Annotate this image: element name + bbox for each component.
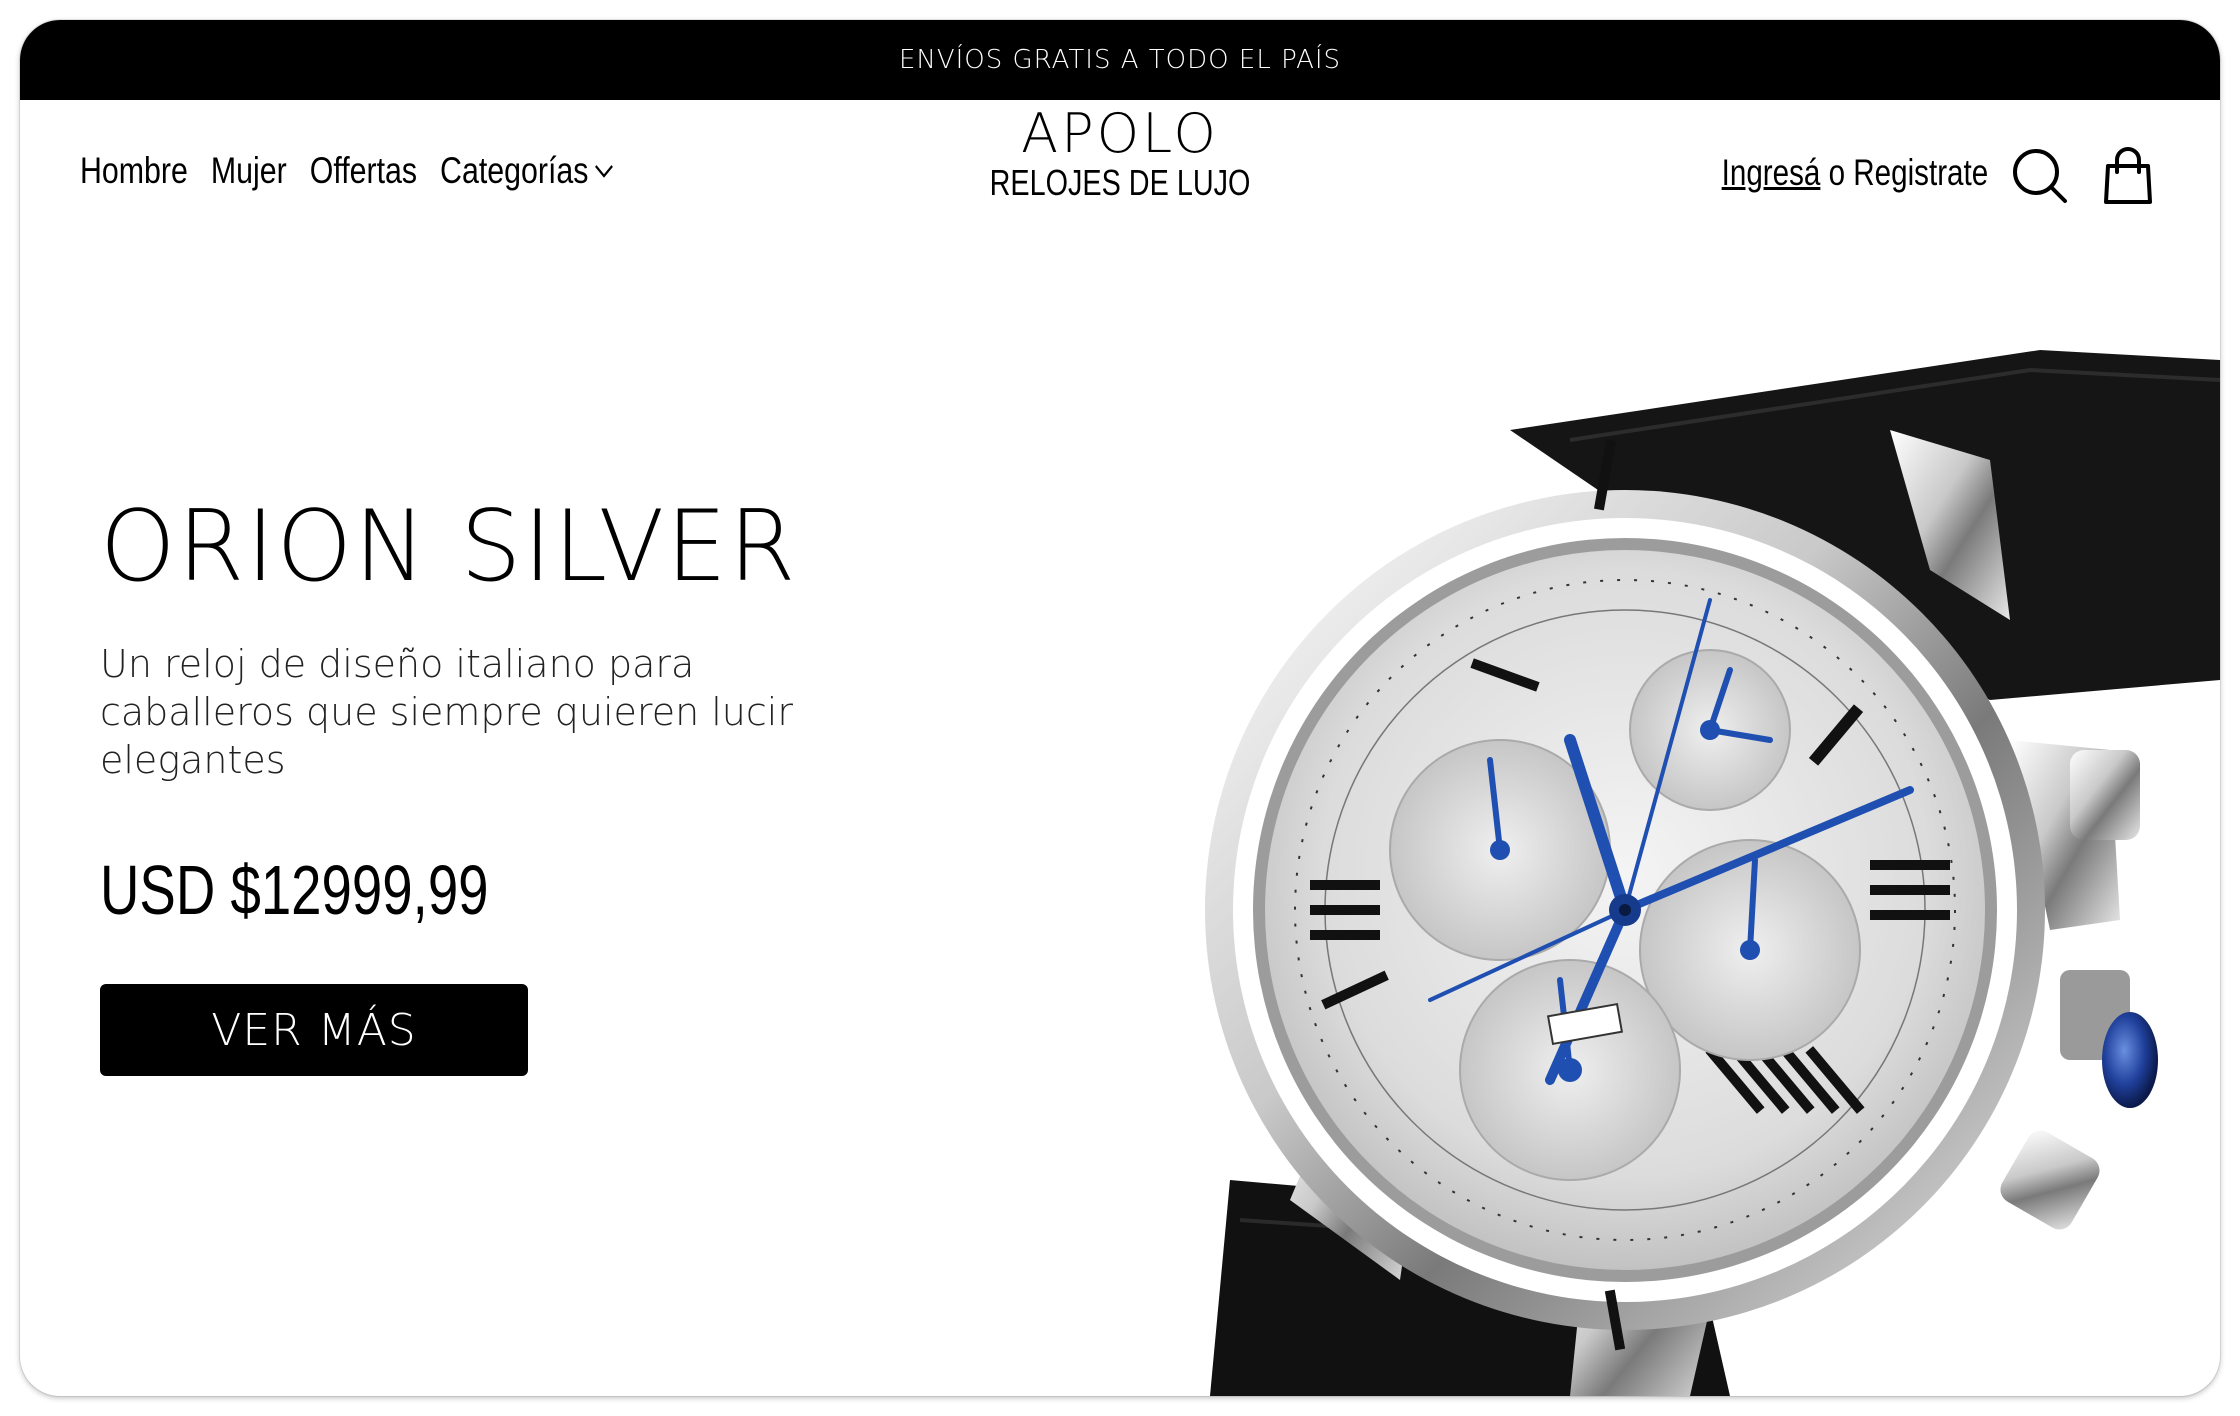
register-link[interactable]: Registrate (1853, 152, 1988, 193)
brand-name[interactable]: APOLO (1021, 105, 1219, 163)
hero-title: ORION SILVER (100, 490, 798, 604)
search-icon[interactable] (2010, 146, 2070, 206)
login-link[interactable]: Ingresá (1721, 152, 1820, 193)
nav-item-label: Hombre (80, 150, 188, 191)
hero-price: USD $12999,99 (100, 851, 489, 929)
watch-image (1205, 350, 2220, 1396)
page-frame: ENVÍOS GRATIS A TODO EL PAÍS Hombre Muje… (20, 20, 2220, 1396)
promo-text: ENVÍOS GRATIS A TODO EL PAÍS (898, 45, 1342, 75)
nav-item-hombre[interactable]: Hombre (80, 150, 188, 192)
shopping-bag-icon[interactable] (2098, 146, 2158, 206)
account-links: Ingresá o Registrate (1721, 152, 1988, 194)
ver-mas-button[interactable]: VER MÁS (100, 984, 528, 1076)
account-separator: o (1828, 152, 1845, 193)
promo-banner: ENVÍOS GRATIS A TODO EL PAÍS (20, 20, 2220, 100)
hero-description: Un reloj de diseño italiano para caballe… (100, 642, 793, 782)
